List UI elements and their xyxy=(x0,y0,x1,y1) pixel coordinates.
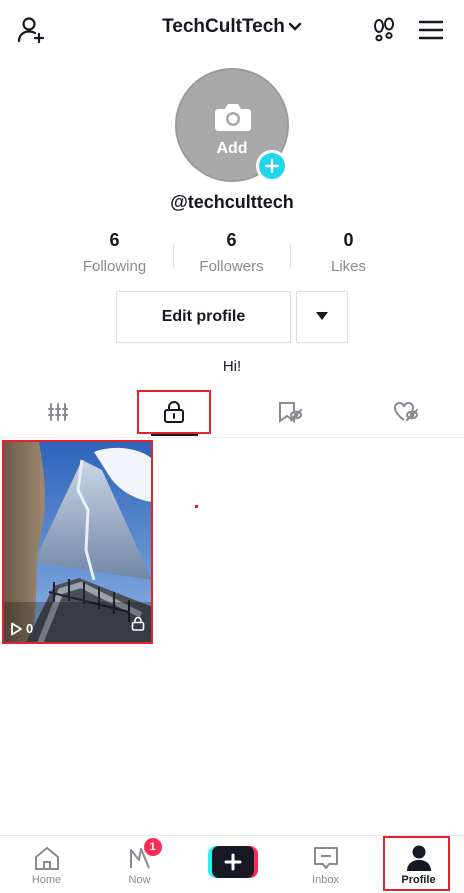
tab-videos[interactable] xyxy=(0,390,116,438)
stat-following[interactable]: 6 Following xyxy=(56,230,173,275)
create-video-button[interactable] xyxy=(207,846,258,878)
likes-label: Likes xyxy=(330,258,367,275)
plus-icon xyxy=(224,853,241,871)
add-avatar-plus-icon[interactable] xyxy=(256,150,288,182)
play-count: 0 xyxy=(10,621,33,636)
inbox-icon xyxy=(312,844,340,872)
nav-home-label: Home xyxy=(31,874,62,886)
nav-now[interactable]: 1 Now xyxy=(93,836,186,893)
following-label: Following xyxy=(82,258,147,275)
now-icon: 1 xyxy=(127,838,162,872)
hamburger-menu-icon[interactable] xyxy=(415,14,447,46)
chevron-down-icon xyxy=(288,16,302,38)
account-name: TechCultTech xyxy=(162,16,285,38)
stat-divider xyxy=(173,243,174,269)
top-bar: TechCultTech xyxy=(0,0,464,58)
camera-icon xyxy=(214,102,252,137)
followers-count: 6 xyxy=(226,230,237,250)
bio: Hi! xyxy=(222,358,242,375)
hidden-bookmark-icon xyxy=(277,400,303,429)
nav-home[interactable]: Home xyxy=(0,836,93,893)
more-options-dropdown-button[interactable] xyxy=(296,291,348,343)
nav-now-label: Now xyxy=(128,874,151,886)
profile-tabs xyxy=(0,390,464,438)
play-icon xyxy=(11,622,22,635)
tab-favorites-hidden[interactable] xyxy=(232,390,348,438)
edit-profile-button[interactable]: Edit profile xyxy=(116,291,291,343)
private-lock-icon xyxy=(131,616,145,636)
play-count-value: 0 xyxy=(26,621,34,636)
stat-followers[interactable]: 6 Followers xyxy=(173,230,290,275)
nav-inbox[interactable]: Inbox xyxy=(279,836,372,893)
highlight-box-profile-nav xyxy=(383,836,450,891)
notification-badge: 1 xyxy=(143,838,162,856)
username: @techculttech xyxy=(170,192,294,212)
mountain-path-image xyxy=(4,442,151,642)
stat-likes[interactable]: 0 Likes xyxy=(290,230,407,275)
home-icon xyxy=(33,844,61,872)
video-thumbnail[interactable]: 0 xyxy=(2,440,153,644)
hidden-liked-icon xyxy=(393,400,419,429)
caret-down-icon xyxy=(315,308,329,326)
followers-label: Followers xyxy=(199,258,264,275)
videos-grid-icon xyxy=(47,402,69,427)
likes-count: 0 xyxy=(343,230,354,250)
annotation-dot xyxy=(195,505,198,508)
highlight-box-private-tab xyxy=(137,390,211,434)
tab-liked-hidden[interactable] xyxy=(348,390,464,438)
footprints-icon[interactable] xyxy=(368,14,400,46)
nav-create[interactable] xyxy=(186,836,279,893)
nav-inbox-label: Inbox xyxy=(312,874,339,886)
following-count: 6 xyxy=(109,230,120,250)
stat-divider xyxy=(290,243,291,269)
active-tab-indicator xyxy=(151,434,198,436)
profile-stats: 6 Following 6 Followers 0 Likes xyxy=(56,230,408,275)
